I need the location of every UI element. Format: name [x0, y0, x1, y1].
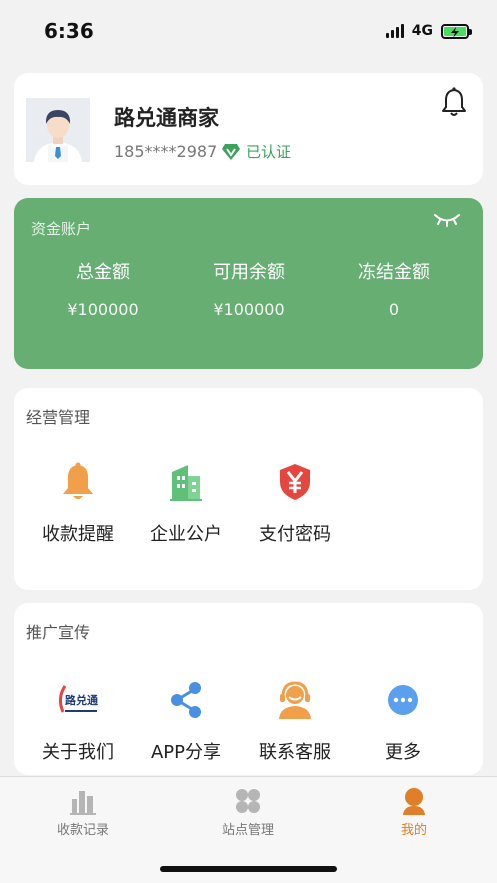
- fund-available-label: 可用余额: [213, 262, 285, 283]
- user-icon: [403, 788, 425, 815]
- fund-available-value: ¥100000: [213, 300, 285, 319]
- about-us-item[interactable]: 路兑通 关于我们: [23, 678, 133, 764]
- app-share-item[interactable]: APP分享: [131, 678, 241, 764]
- payment-password-label: 支付密码: [259, 524, 331, 545]
- network-type: 4G: [411, 23, 433, 39]
- more-icon: [385, 678, 421, 722]
- corporate-account-item[interactable]: 企业公户: [131, 460, 241, 546]
- notification-bell-icon[interactable]: [441, 87, 467, 121]
- fund-total: 总金额 ¥100000: [33, 258, 173, 319]
- fund-account-card: 资金账户 总金额 ¥100000 可用余额 ¥100000 冻结金额 0: [14, 198, 483, 369]
- fund-total-label: 总金额: [76, 262, 130, 283]
- app-share-label: APP分享: [150, 742, 222, 763]
- signal-icon: [385, 24, 404, 38]
- tab-payment-records-label: 收款记录: [56, 823, 109, 838]
- payment-password-item[interactable]: 支付密码: [240, 460, 350, 546]
- fund-available: 可用余额 ¥100000: [179, 258, 319, 319]
- fund-frozen-label: 冻结金额: [358, 262, 430, 283]
- more-label: 更多: [385, 742, 421, 763]
- home-indicator: [160, 866, 337, 872]
- business-section-title: 经营管理: [26, 408, 91, 427]
- yuan-shield-icon: [277, 460, 313, 504]
- phone-number: 185****2987: [114, 142, 218, 161]
- bell-icon: [60, 460, 96, 504]
- fund-total-value: ¥100000: [67, 300, 139, 319]
- logo-icon: 路兑通: [55, 678, 101, 722]
- tab-mine-label: 我的: [400, 823, 427, 838]
- customer-service-icon: [275, 678, 315, 722]
- fund-frozen: 冻结金额 0: [324, 258, 464, 319]
- corporate-account-label: 企业公户: [150, 524, 222, 545]
- status-time: 6:36: [44, 19, 94, 43]
- verified-badge: 已认证: [221, 141, 291, 162]
- verified-label: 已认证: [246, 143, 292, 161]
- payment-reminder-label: 收款提醒: [42, 524, 114, 545]
- tab-site-management[interactable]: 站点管理: [188, 787, 308, 838]
- promotion-card: 推广宣传 路兑通 关于我们 APP分享 联系客服 更多: [14, 603, 483, 775]
- eye-closed-icon[interactable]: [433, 212, 461, 232]
- share-icon: [168, 678, 204, 722]
- building-icon: [168, 460, 204, 504]
- fund-account-title: 资金账户: [31, 220, 92, 238]
- logo-text: 路兑通: [65, 693, 98, 707]
- business-management-card: 经营管理 收款提醒 企业公户 支付密码: [14, 388, 483, 590]
- about-us-label: 关于我们: [42, 742, 114, 763]
- more-item[interactable]: 更多: [348, 678, 458, 764]
- customer-service-label: 联系客服: [259, 742, 331, 763]
- merchant-name: 路兑通商家: [114, 106, 219, 130]
- avatar[interactable]: [26, 98, 90, 162]
- grid-icon: [236, 789, 260, 813]
- payment-reminder-item[interactable]: 收款提醒: [23, 460, 133, 546]
- tab-mine[interactable]: 我的: [354, 787, 474, 838]
- fund-frozen-value: 0: [388, 300, 400, 319]
- status-bar: 6:36 4G: [0, 0, 497, 62]
- promotion-section-title: 推广宣传: [26, 623, 91, 642]
- tab-site-management-label: 站点管理: [221, 823, 274, 838]
- profile-card[interactable]: 路兑通商家 185****2987 已认证: [14, 73, 483, 185]
- tab-payment-records[interactable]: 收款记录: [23, 787, 143, 838]
- diamond-icon: [222, 143, 240, 160]
- bar-chart-icon: [70, 791, 96, 815]
- battery-icon: [441, 23, 472, 39]
- customer-service-item[interactable]: 联系客服: [240, 678, 350, 764]
- status-indicators: 4G: [385, 23, 472, 39]
